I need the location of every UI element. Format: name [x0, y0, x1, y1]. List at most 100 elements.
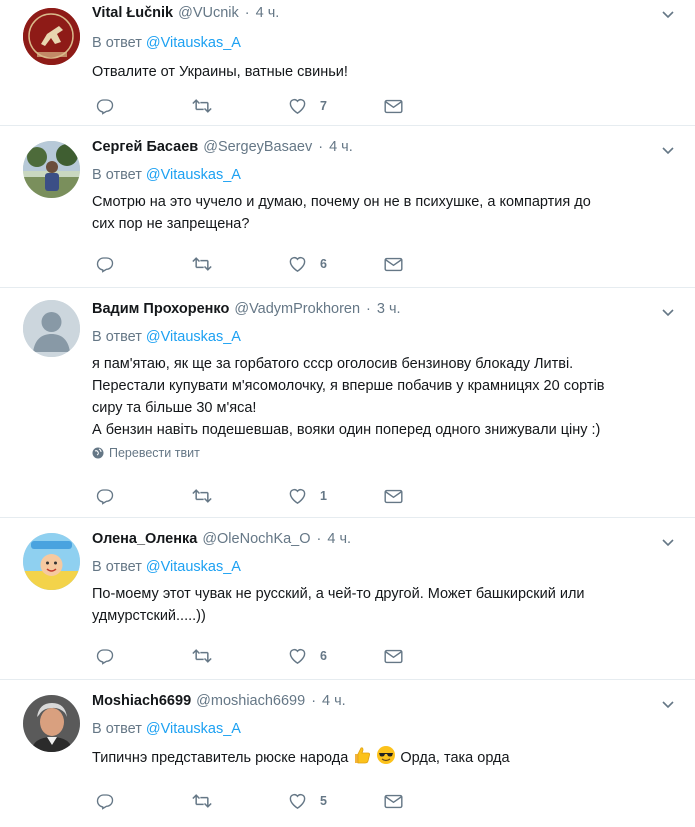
translate-tweet-link[interactable]: Перевести твит — [92, 443, 695, 463]
globe-icon — [92, 447, 104, 459]
tweet-text-line: я пам'ятаю, як ще за горбатого ссср огол… — [92, 356, 574, 372]
like-count: 7 — [320, 99, 327, 113]
retweet-button[interactable] — [192, 792, 288, 810]
pahonia-crest-icon — [23, 8, 80, 65]
timestamp[interactable]: 3 ч. — [377, 301, 401, 317]
heart-icon — [289, 98, 306, 114]
tweet-header: Moshiach6699 @moshiach6699 · 4 ч. — [92, 693, 695, 713]
tweet-header: Сергей Басаев @SergeyBasaev · 4 ч. — [92, 139, 695, 159]
like-button[interactable]: 5 — [288, 792, 384, 810]
tweet-text: По-моему этот чувак не русский, а чей-то… — [92, 583, 695, 627]
reply-mention-link[interactable]: @Vitauskas_A — [146, 167, 241, 183]
timestamp[interactable]: 4 ч. — [322, 693, 346, 709]
author-name[interactable]: Vital Łučnik — [92, 5, 173, 21]
avatar[interactable] — [23, 141, 80, 198]
reply-context: В ответ @Vitauskas_A — [92, 164, 695, 186]
message-button[interactable] — [384, 99, 480, 114]
author-handle[interactable]: @VadymProkhoren — [234, 301, 360, 317]
tweet[interactable]: Сергей Басаев @SergeyBasaev · 4 ч. В отв… — [0, 126, 695, 288]
tweet-text: Смотрю на это чучело и думаю, почему он … — [92, 191, 695, 235]
author-handle[interactable]: @VUcnik — [178, 5, 239, 21]
envelope-icon — [384, 649, 403, 663]
tweet-text-line: Отвалите от Украины, ватные свиньи! — [92, 64, 348, 80]
avatar[interactable] — [23, 300, 80, 357]
message-button[interactable] — [384, 794, 480, 809]
tweet-text: Отвалите от Украины, ватные свиньи! — [92, 61, 695, 83]
tweet[interactable]: Moshiach6699 @moshiach6699 · 4 ч. В отве… — [0, 680, 695, 826]
chevron-down-icon[interactable] — [661, 306, 675, 320]
message-button[interactable] — [384, 489, 480, 504]
reply-context: В ответ @Vitauskas_A — [92, 718, 695, 740]
avatar[interactable] — [23, 8, 80, 65]
tweet-text-segment: Типичнэ представитель рюске народа — [92, 750, 349, 766]
reply-mention-link[interactable]: @Vitauskas_A — [146, 35, 241, 51]
reply-button[interactable] — [96, 97, 192, 115]
like-button[interactable]: 6 — [288, 647, 384, 665]
like-count: 6 — [320, 257, 327, 271]
chevron-down-icon[interactable] — [661, 698, 675, 712]
chevron-down-icon[interactable] — [661, 536, 675, 550]
like-button[interactable]: 7 — [288, 97, 384, 115]
reply-button[interactable] — [96, 792, 192, 810]
like-button[interactable]: 6 — [288, 255, 384, 273]
avatar[interactable] — [23, 695, 80, 752]
reply-button[interactable] — [96, 647, 192, 665]
tweet-actions: 5 — [96, 791, 480, 811]
tweet-text-line: Перестали купувати м'ясомолочку, я вперш… — [92, 378, 605, 394]
separator-dot: · — [318, 139, 324, 155]
retweet-button[interactable] — [192, 97, 288, 115]
reply-prefix: В ответ — [92, 559, 142, 575]
reply-prefix: В ответ — [92, 35, 142, 51]
author-name[interactable]: Вадим Прохоренко — [92, 301, 229, 317]
author-name[interactable]: Олена_Оленка — [92, 531, 197, 547]
tweet-actions: 7 — [96, 96, 480, 116]
message-button[interactable] — [384, 257, 480, 272]
photo-avatar-icon — [23, 141, 80, 198]
tweet[interactable]: Vital Łučnik @VUcnik · 4 ч. В ответ @Vit… — [0, 0, 695, 126]
heart-icon — [289, 793, 306, 809]
reply-button[interactable] — [96, 487, 192, 505]
like-count: 6 — [320, 649, 327, 663]
tweet-text-line: сиру та більше 30 м'яса! — [92, 400, 257, 416]
timestamp[interactable]: 4 ч. — [256, 5, 280, 21]
author-name[interactable]: Moshiach6699 — [92, 693, 191, 709]
retweet-button[interactable] — [192, 255, 288, 273]
avatar[interactable] — [23, 533, 80, 590]
tweet-header: Vital Łučnik @VUcnik · 4 ч. — [92, 5, 695, 25]
tweet[interactable]: Вадим Прохоренко @VadymProkhoren · 3 ч. … — [0, 288, 695, 518]
reply-button[interactable] — [96, 255, 192, 273]
tweet-text: Типичнэ представитель рюске народа Орда,… — [92, 745, 695, 769]
message-button[interactable] — [384, 649, 480, 664]
reply-mention-link[interactable]: @Vitauskas_A — [146, 721, 241, 737]
tweet-text: я пам'ятаю, як ще за горбатого ссср огол… — [92, 353, 695, 441]
author-handle[interactable]: @moshiach6699 — [196, 693, 305, 709]
envelope-icon — [384, 794, 403, 808]
like-count: 1 — [320, 489, 327, 503]
reply-icon — [96, 257, 114, 273]
tweet-text-segment: Орда, така орда — [400, 750, 510, 766]
tweet-header: Вадим Прохоренко @VadymProkhoren · 3 ч. — [92, 301, 695, 321]
reply-context: В ответ @Vitauskas_A — [92, 556, 695, 578]
tweet-text-line: сих пор не запрещена? — [92, 216, 250, 232]
reply-icon — [96, 99, 114, 115]
tweet-actions: 6 — [96, 254, 480, 274]
retweet-button[interactable] — [192, 487, 288, 505]
separator-dot: · — [311, 693, 317, 709]
envelope-icon — [384, 99, 403, 113]
tweet-text-line: Смотрю на это чучело и думаю, почему он … — [92, 194, 591, 210]
tweet[interactable]: Олена_Оленка @OleNochKa_O · 4 ч. В ответ… — [0, 518, 695, 680]
author-handle[interactable]: @SergeyBasaev — [203, 139, 312, 155]
author-handle[interactable]: @OleNochKa_O — [202, 531, 310, 547]
reply-mention-link[interactable]: @Vitauskas_A — [146, 559, 241, 575]
reply-prefix: В ответ — [92, 721, 142, 737]
chevron-down-icon[interactable] — [661, 8, 675, 22]
heart-icon — [289, 488, 306, 504]
like-button[interactable]: 1 — [288, 487, 384, 505]
timestamp[interactable]: 4 ч. — [327, 531, 351, 547]
replies-feed: Vital Łučnik @VUcnik · 4 ч. В ответ @Vit… — [0, 0, 695, 826]
retweet-button[interactable] — [192, 647, 288, 665]
reply-mention-link[interactable]: @Vitauskas_A — [146, 329, 241, 345]
author-name[interactable]: Сергей Басаев — [92, 139, 198, 155]
chevron-down-icon[interactable] — [661, 144, 675, 158]
timestamp[interactable]: 4 ч. — [329, 139, 353, 155]
